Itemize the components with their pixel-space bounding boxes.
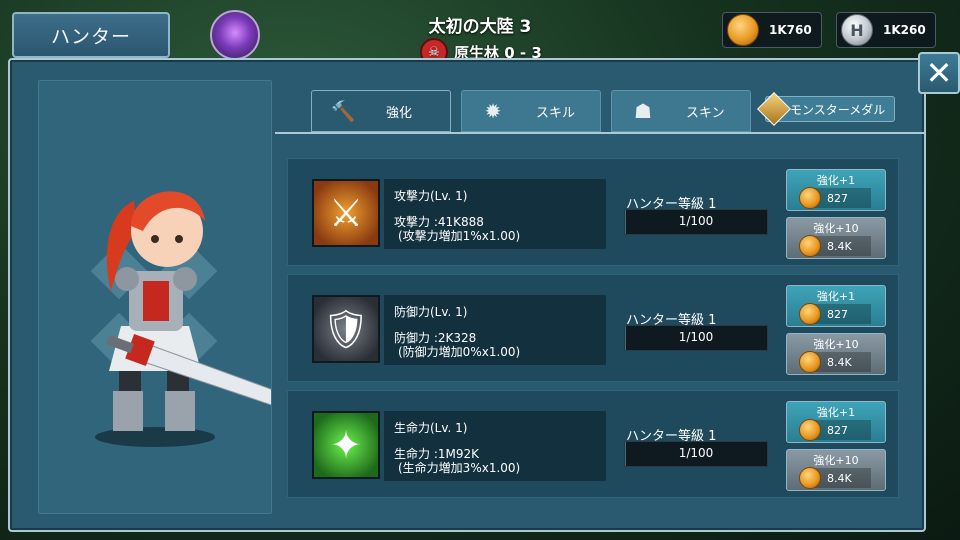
hunter-coin-amount: 1K260 bbox=[883, 23, 926, 37]
upgrade-plus10-button[interactable]: 強化+10 8.4K bbox=[786, 449, 886, 491]
cost-value: 827 bbox=[827, 307, 848, 321]
medal-icon bbox=[757, 92, 791, 126]
gold-coin-icon bbox=[799, 235, 821, 257]
upgrade-plus10-button[interactable]: 強化+10 8.4K bbox=[786, 333, 886, 375]
monster-medal-button[interactable]: モンスターメダル bbox=[757, 92, 895, 126]
armor-icon: 🛡 bbox=[312, 295, 380, 363]
hunter-grade-bar: 1/100 bbox=[624, 441, 768, 467]
upgrade-cost: 827 bbox=[799, 187, 871, 209]
tab-skill[interactable]: ✹ スキル bbox=[461, 90, 601, 132]
cost-value: 8.4K bbox=[827, 239, 852, 253]
burst-icon: ✹ bbox=[484, 99, 502, 123]
stat-bonus: (防御力増加0%x1.00) bbox=[398, 345, 521, 359]
tab-bar: 🔨 強化 ✹ スキル ☗ スキン モンスターメダル bbox=[275, 80, 925, 134]
gold-coin-icon bbox=[799, 467, 821, 489]
tab-enhance-label: 強化 bbox=[386, 105, 413, 121]
grade-progress-text: 1/100 bbox=[678, 330, 714, 344]
gold-coin-icon bbox=[727, 14, 759, 46]
gold-currency[interactable]: 1K760 bbox=[722, 12, 822, 48]
gold-coin-icon bbox=[799, 303, 821, 325]
hunter-currency[interactable]: H 1K260 bbox=[836, 12, 936, 48]
life-aura-icon: ✦ bbox=[312, 411, 380, 479]
crossed-swords-icon: ⚔ bbox=[312, 179, 380, 247]
stage-title: 太初の大陸 3 bbox=[428, 17, 532, 37]
upgrade-plus1-button[interactable]: 強化+1 827 bbox=[786, 401, 886, 443]
upgrade-plus10-label: 強化+10 bbox=[813, 454, 859, 467]
hammer-icon: 🔨 bbox=[330, 99, 356, 123]
upgrade-cost: 8.4K bbox=[799, 235, 871, 257]
upgrade-plus1-button[interactable]: 強化+1 827 bbox=[786, 169, 886, 211]
upgrade-plus10-label: 強化+10 bbox=[813, 338, 859, 351]
cost-value: 8.4K bbox=[827, 471, 852, 485]
cost-value: 827 bbox=[827, 191, 848, 205]
crystal-emblem-icon[interactable] bbox=[210, 10, 260, 60]
hunter-title-tab: ハンター bbox=[12, 12, 170, 58]
upgrade-plus1-button[interactable]: 強化+1 827 bbox=[786, 285, 886, 327]
upgrade-plus10-button[interactable]: 強化+10 8.4K bbox=[786, 217, 886, 259]
stat-title: 防御力(Lv. 1) bbox=[394, 305, 468, 319]
stat-title: 生命力(Lv. 1) bbox=[394, 421, 468, 435]
upgrade-plus10-label: 強化+10 bbox=[813, 222, 859, 235]
hunter-grade-bar: 1/100 bbox=[624, 325, 768, 351]
stat-info: 防御力(Lv. 1) 防御力 :2K328 (防御力増加0%x1.00) bbox=[384, 295, 606, 365]
stat-row-defense: 🛡 防御力(Lv. 1) 防御力 :2K328 (防御力増加0%x1.00) ハ… bbox=[287, 274, 899, 382]
stat-bonus: (攻撃力増加1%x1.00) bbox=[398, 229, 521, 243]
cost-value: 827 bbox=[827, 423, 848, 437]
tab-skin[interactable]: ☗ スキン bbox=[611, 90, 751, 132]
gold-coin-icon bbox=[799, 419, 821, 441]
monster-medal-label: モンスターメダル bbox=[790, 102, 886, 117]
grade-progress-text: 1/100 bbox=[678, 214, 714, 228]
tab-skill-label: スキル bbox=[536, 105, 576, 121]
upgrade-plus1-label: 強化+1 bbox=[816, 406, 856, 419]
upgrade-cost: 827 bbox=[799, 303, 871, 325]
tab-skin-label: スキン bbox=[686, 105, 725, 121]
stat-row-vitality: ✦ 生命力(Lv. 1) 生命力 :1M92K (生命力増加3%x1.00) ハ… bbox=[287, 390, 899, 498]
hunter-coin-icon: H bbox=[841, 14, 873, 46]
cost-value: 8.4K bbox=[827, 355, 852, 369]
tab-enhance[interactable]: 🔨 強化 bbox=[311, 90, 451, 132]
gold-amount: 1K760 bbox=[769, 23, 812, 37]
upgrade-cost: 8.4K bbox=[799, 467, 871, 489]
upgrade-cost: 8.4K bbox=[799, 351, 871, 373]
gold-coin-icon bbox=[799, 187, 821, 209]
stat-info: 生命力(Lv. 1) 生命力 :1M92K (生命力増加3%x1.00) bbox=[384, 411, 606, 481]
upgrade-cost: 827 bbox=[799, 419, 871, 441]
stat-bonus: (生命力増加3%x1.00) bbox=[398, 461, 521, 475]
stat-title: 攻撃力(Lv. 1) bbox=[394, 189, 468, 203]
gold-coin-icon bbox=[799, 351, 821, 373]
grade-progress-text: 1/100 bbox=[678, 446, 714, 460]
hunter-character-image bbox=[90, 191, 310, 447]
upgrade-plus1-label: 強化+1 bbox=[816, 174, 856, 187]
stat-row-attack: ⚔ 攻撃力(Lv. 1) 攻撃力 :41K888 (攻撃力増加1%x1.00) … bbox=[287, 158, 899, 266]
hunter-portrait-area bbox=[38, 80, 310, 514]
hood-icon: ☗ bbox=[634, 99, 652, 123]
upgrade-plus1-label: 強化+1 bbox=[816, 290, 856, 303]
hunter-grade-bar: 1/100 bbox=[624, 209, 768, 235]
stat-info: 攻撃力(Lv. 1) 攻撃力 :41K888 (攻撃力増加1%x1.00) bbox=[384, 179, 606, 249]
